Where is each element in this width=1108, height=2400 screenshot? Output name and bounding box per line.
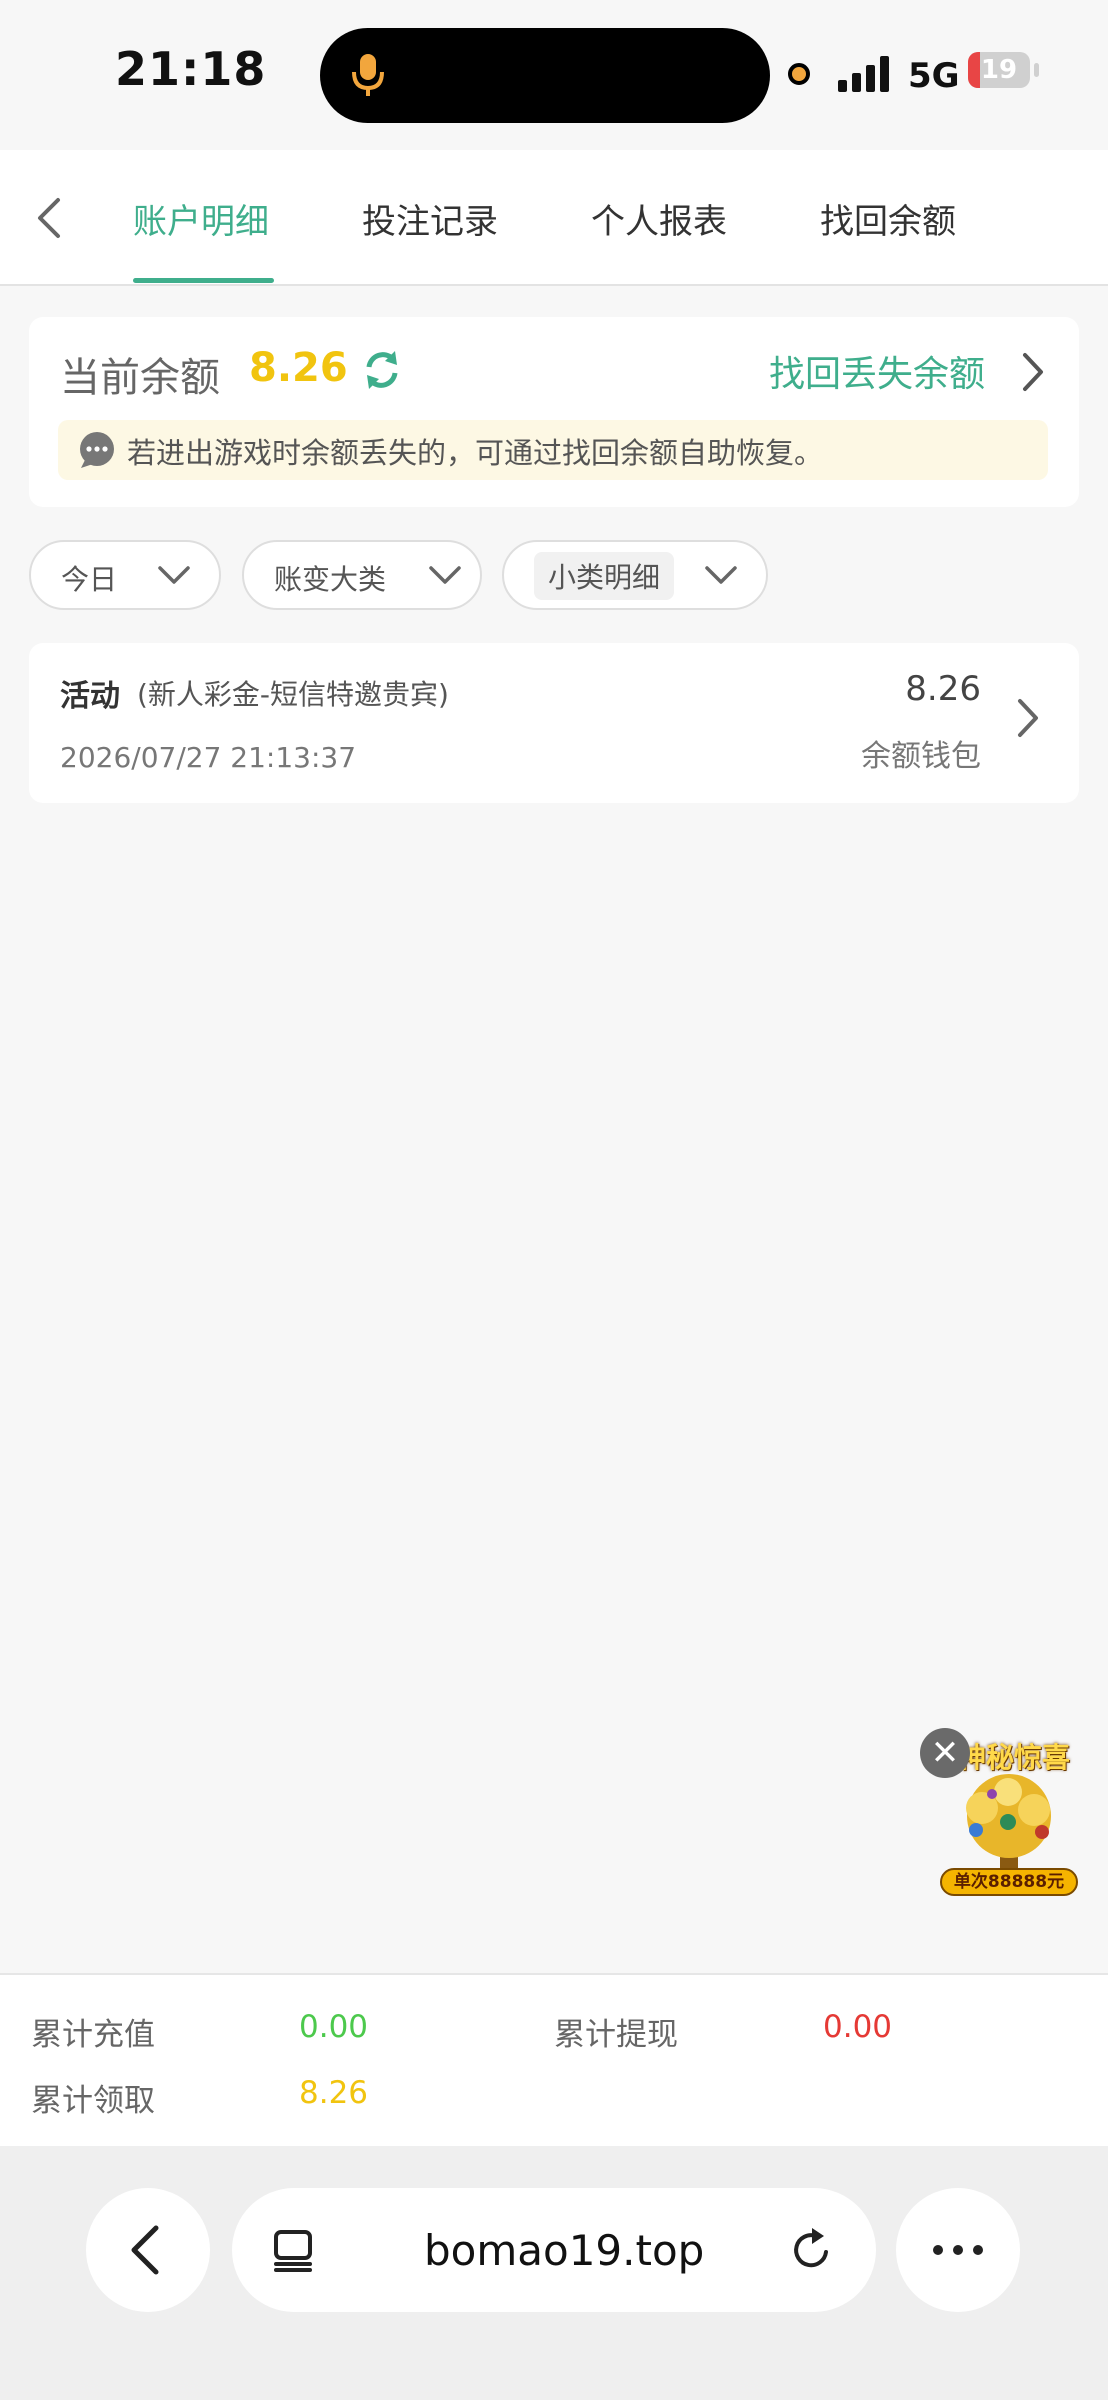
total-claim-value: 8.26 — [299, 2075, 369, 2111]
tab-personal-report[interactable]: 个人报表 — [591, 194, 727, 243]
dynamic-island — [320, 28, 770, 123]
close-icon[interactable]: ✕ — [920, 1728, 970, 1778]
battery-tip — [1034, 63, 1039, 77]
chat-bubble-icon — [77, 430, 117, 474]
money-tree-icon — [942, 1770, 1076, 1878]
record-amount: 8.26 — [905, 669, 981, 709]
filter-date-label: 今日 — [61, 563, 118, 596]
record-title: 活动 — [60, 679, 120, 714]
recording-dot-icon — [788, 63, 810, 85]
notice-text: 若进出游戏时余额丢失的，可通过找回余额自助恢复。 — [127, 436, 824, 470]
url-text: bomao19.top — [424, 2226, 705, 2275]
filter-category-label: 账变大类 — [274, 563, 387, 596]
status-time: 21:18 — [115, 42, 267, 96]
chevron-right-icon[interactable] — [1019, 351, 1047, 397]
back-icon[interactable] — [30, 194, 70, 242]
chevron-down-icon — [704, 564, 738, 592]
microphone-icon — [348, 50, 388, 104]
reload-icon[interactable] — [788, 2226, 836, 2278]
status-bar: 21:18 5G 19 — [0, 0, 1108, 150]
tabs-icon[interactable] — [270, 2226, 318, 2278]
chevron-down-icon — [157, 564, 191, 592]
promo-title: 神秘惊喜 — [958, 1741, 1071, 1774]
balance-label: 当前余额 — [60, 355, 220, 401]
filter-subcategory-label: 小类明细 — [534, 552, 675, 600]
tab-recover-balance[interactable]: 找回余额 — [820, 194, 956, 243]
recover-lost-balance-link[interactable]: 找回丢失余额 — [769, 345, 985, 397]
list-item[interactable]: 活动 (新人彩金-短信特邀贵宾) 2026/07/27 21:13:37 8.2… — [29, 643, 1079, 803]
tab-bet-records[interactable]: 投注记录 — [362, 194, 498, 243]
signal-icon — [838, 56, 894, 96]
address-bar[interactable]: bomao19.top — [232, 2188, 876, 2312]
top-nav: 账户明细 投注记录 个人报表 找回余额 — [0, 150, 1108, 286]
total-recharge-value: 0.00 — [299, 2009, 369, 2045]
battery-icon: 19 — [968, 52, 1030, 88]
network-label: 5G — [908, 56, 960, 96]
filter-category[interactable]: 账变大类 — [242, 540, 482, 610]
chevron-down-icon — [428, 564, 462, 592]
tab-account-detail[interactable]: 账户明细 — [133, 194, 269, 243]
chevron-right-icon — [1014, 697, 1042, 743]
battery-level: 19 — [980, 55, 1018, 85]
record-time: 2026/07/27 21:13:37 — [60, 741, 357, 774]
record-subtitle: (新人彩金-短信特邀贵宾) — [137, 678, 449, 711]
total-recharge-label: 累计充值 — [31, 2017, 155, 2053]
total-withdraw-label: 累计提现 — [554, 2017, 678, 2053]
active-tab-indicator — [133, 278, 274, 283]
more-icon — [933, 2245, 983, 2255]
summary-panel: 累计充值 0.00 累计提现 0.00 累计领取 8.26 — [0, 1973, 1108, 2148]
browser-toolbar: bomao19.top — [0, 2146, 1108, 2400]
filter-subcategory[interactable]: 小类明细 — [502, 540, 768, 610]
refresh-icon[interactable] — [359, 347, 405, 397]
notice-banner: 若进出游戏时余额丢失的，可通过找回余额自助恢复。 — [58, 420, 1048, 480]
filter-date[interactable]: 今日 — [29, 540, 221, 610]
record-wallet: 余额钱包 — [861, 739, 981, 774]
promo-tag: 单次88888元 — [940, 1868, 1078, 1896]
balance-card: 当前余额 8.26 找回丢失余额 若进出游戏时余额丢失的，可通过找回余额自助恢复… — [29, 317, 1079, 507]
total-claim-label: 累计领取 — [31, 2083, 155, 2119]
balance-value: 8.26 — [249, 345, 348, 391]
total-withdraw-value: 0.00 — [823, 2009, 893, 2045]
more-button[interactable] — [896, 2188, 1020, 2312]
floating-promo[interactable]: ✕ 神秘惊喜 单次88888元 — [920, 1728, 1080, 1900]
browser-back-button[interactable] — [86, 2188, 210, 2312]
